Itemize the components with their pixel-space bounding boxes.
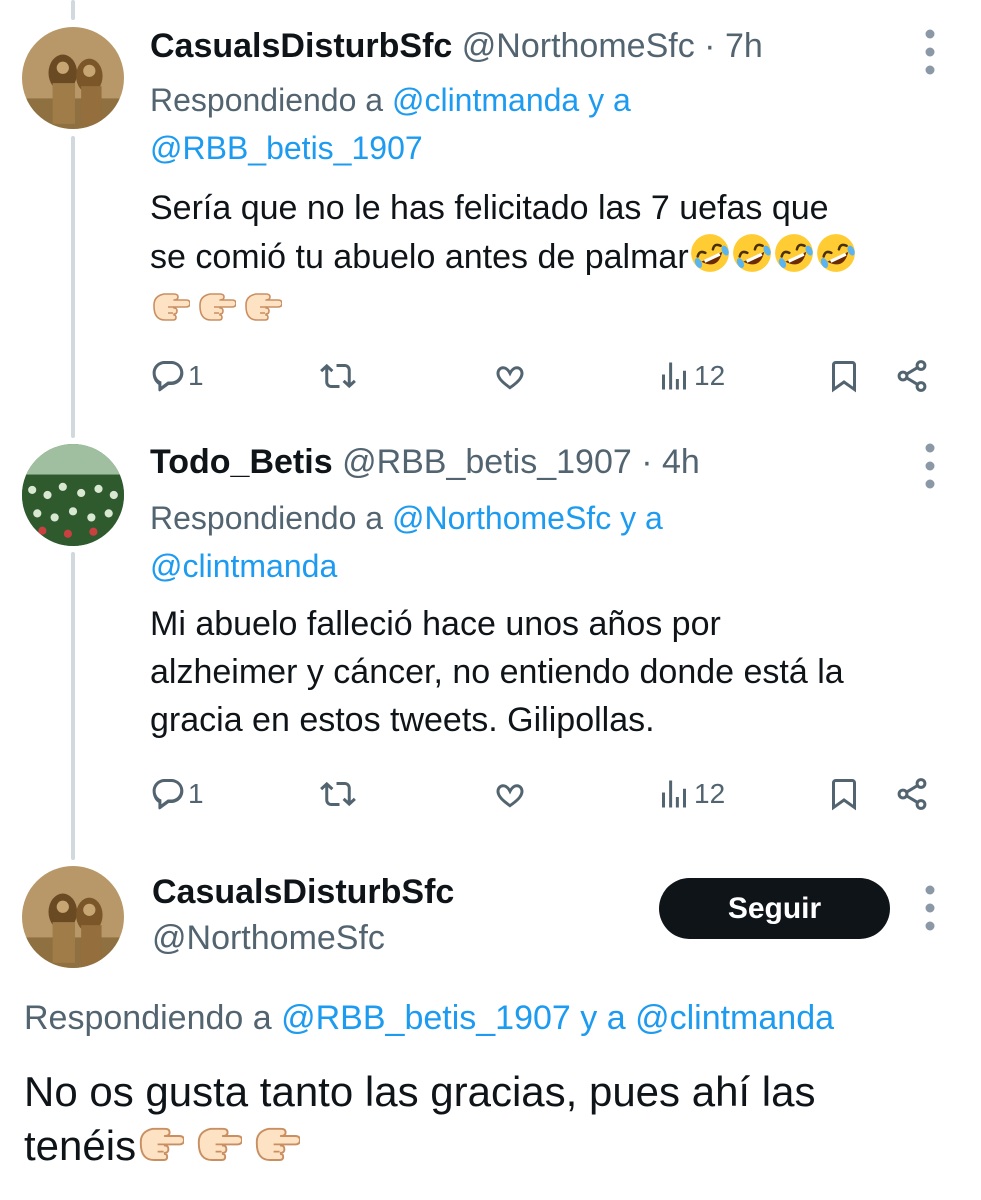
heart-icon bbox=[492, 776, 528, 812]
tweet-text-line: Mi abuelo falleció hace unos años por bbox=[150, 605, 721, 643]
bar-chart-icon bbox=[656, 358, 692, 394]
tweet-text: Mi abuelo falleció hace unos años por al… bbox=[150, 600, 960, 744]
reply-count: 1 bbox=[188, 778, 204, 809]
share-icon bbox=[894, 776, 930, 812]
mention-conjunction: y a bbox=[620, 500, 663, 536]
pointing-hand-emoji-icon bbox=[194, 1118, 242, 1166]
tweet-text-line: Sería que no le has felicitado las 7 uef… bbox=[150, 189, 829, 227]
speech-bubble-icon bbox=[150, 776, 186, 812]
tweet-header: Todo_Betis @RBB_betis_1907 · 4h bbox=[150, 442, 700, 482]
rofl-emoji-icon bbox=[815, 232, 857, 274]
replying-to: Respondiendo a @NorthomeSfc y a @clintma… bbox=[150, 494, 790, 590]
rofl-emoji-icon bbox=[689, 232, 731, 274]
pointing-hand-emoji-icon bbox=[196, 285, 236, 325]
tweet-text-span: tenéis bbox=[24, 1122, 137, 1169]
tweet-text-line: gracia en estos tweets. Gilipollas. bbox=[150, 701, 655, 739]
mention-conjunction: y a bbox=[580, 999, 626, 1037]
like-button[interactable] bbox=[492, 774, 528, 814]
heart-icon bbox=[492, 358, 528, 394]
tweet-text-span: se comió tu abuelo antes de palmar bbox=[150, 238, 689, 276]
avatar[interactable] bbox=[22, 27, 124, 129]
tweet-actions: 1 12 bbox=[150, 774, 940, 814]
replying-to: Respondiendo a @RBB_betis_1907 y a @clin… bbox=[24, 994, 834, 1042]
bar-chart-icon bbox=[656, 776, 692, 812]
reply-button[interactable]: 1 bbox=[150, 774, 204, 814]
tweet-text-line: se comió tu abuelo antes de palmar bbox=[150, 232, 970, 281]
bookmark-button[interactable] bbox=[826, 774, 862, 814]
replying-to: Respondiendo a @clintmanda y a @RBB_beti… bbox=[150, 76, 770, 172]
mention-link[interactable]: @NorthomeSfc bbox=[392, 500, 611, 536]
retweet-button[interactable] bbox=[320, 356, 356, 396]
thread-line bbox=[71, 136, 75, 438]
thread-line bbox=[71, 0, 75, 20]
tweet-text-line: alzheimer y cáncer, no entiendo donde es… bbox=[150, 653, 844, 691]
retweet-icon bbox=[320, 776, 356, 812]
timestamp[interactable]: 7h bbox=[725, 27, 763, 65]
tweet-text-line: No os gusta tanto las gracias, pues ahí … bbox=[24, 1068, 816, 1115]
retweet-button[interactable] bbox=[320, 774, 356, 814]
pointing-hand-emoji-icon bbox=[136, 1118, 184, 1166]
thread-line bbox=[71, 552, 75, 860]
views-count: 12 bbox=[694, 360, 726, 391]
tweet-text: Sería que no le has felicitado las 7 uef… bbox=[150, 184, 970, 334]
tweet-text-line bbox=[150, 281, 970, 334]
mention-link[interactable]: @RBB_betis_1907 bbox=[281, 999, 571, 1037]
replying-to-label: Respondiendo a bbox=[150, 82, 384, 118]
avatar[interactable] bbox=[22, 866, 124, 968]
more-vertical-icon[interactable] bbox=[918, 436, 942, 496]
separator: · bbox=[704, 27, 716, 65]
mention-link[interactable]: @clintmanda bbox=[635, 999, 834, 1037]
bookmark-icon bbox=[826, 358, 862, 394]
user-handle[interactable]: @NorthomeSfc bbox=[462, 27, 695, 65]
user-handle[interactable]: @RBB_betis_1907 bbox=[342, 443, 632, 481]
avatar-lions-image bbox=[22, 27, 124, 129]
views-button[interactable]: 12 bbox=[656, 356, 725, 396]
reply-button[interactable]: 1 bbox=[150, 356, 204, 396]
share-button[interactable] bbox=[894, 356, 930, 396]
bookmark-icon bbox=[826, 776, 862, 812]
tweet-text-line: tenéis bbox=[24, 1118, 964, 1172]
tweet-text: No os gusta tanto las gracias, pues ahí … bbox=[24, 1066, 964, 1172]
tweet-actions: 1 12 bbox=[150, 356, 940, 396]
user-handle[interactable]: @NorthomeSfc bbox=[152, 918, 385, 958]
separator: · bbox=[641, 443, 653, 481]
views-count: 12 bbox=[694, 778, 726, 809]
views-button[interactable]: 12 bbox=[656, 774, 725, 814]
display-name[interactable]: CasualsDisturbSfc bbox=[150, 27, 452, 65]
mention-conjunction: y a bbox=[588, 82, 631, 118]
avatar-lions-image bbox=[22, 866, 124, 968]
mention-link[interactable]: @clintmanda bbox=[392, 82, 579, 118]
share-button[interactable] bbox=[894, 774, 930, 814]
avatar[interactable] bbox=[22, 444, 124, 546]
display-name[interactable]: Todo_Betis bbox=[150, 443, 333, 481]
replying-to-label: Respondiendo a bbox=[24, 999, 272, 1037]
like-button[interactable] bbox=[492, 356, 528, 396]
pointing-hand-emoji-icon bbox=[252, 1118, 300, 1166]
timestamp[interactable]: 4h bbox=[662, 443, 700, 481]
tweet-header: CasualsDisturbSfc @NorthomeSfc · 7h bbox=[150, 26, 763, 66]
mention-link[interactable]: @clintmanda bbox=[150, 548, 337, 584]
replying-to-label: Respondiendo a bbox=[150, 500, 384, 536]
display-name[interactable]: CasualsDisturbSfc bbox=[152, 872, 454, 912]
pointing-hand-emoji-icon bbox=[242, 285, 282, 325]
rofl-emoji-icon bbox=[731, 232, 773, 274]
follow-button[interactable]: Seguir bbox=[659, 878, 890, 939]
reply-count: 1 bbox=[188, 360, 204, 391]
retweet-icon bbox=[320, 358, 356, 394]
pointing-hand-emoji-icon bbox=[150, 285, 190, 325]
bookmark-button[interactable] bbox=[826, 356, 862, 396]
rofl-emoji-icon bbox=[773, 232, 815, 274]
share-icon bbox=[894, 358, 930, 394]
mention-link[interactable]: @RBB_betis_1907 bbox=[150, 130, 423, 166]
avatar-stadium-crowd-image bbox=[22, 444, 124, 546]
speech-bubble-icon bbox=[150, 358, 186, 394]
more-vertical-icon[interactable] bbox=[918, 22, 942, 82]
more-vertical-icon[interactable] bbox=[918, 878, 942, 938]
